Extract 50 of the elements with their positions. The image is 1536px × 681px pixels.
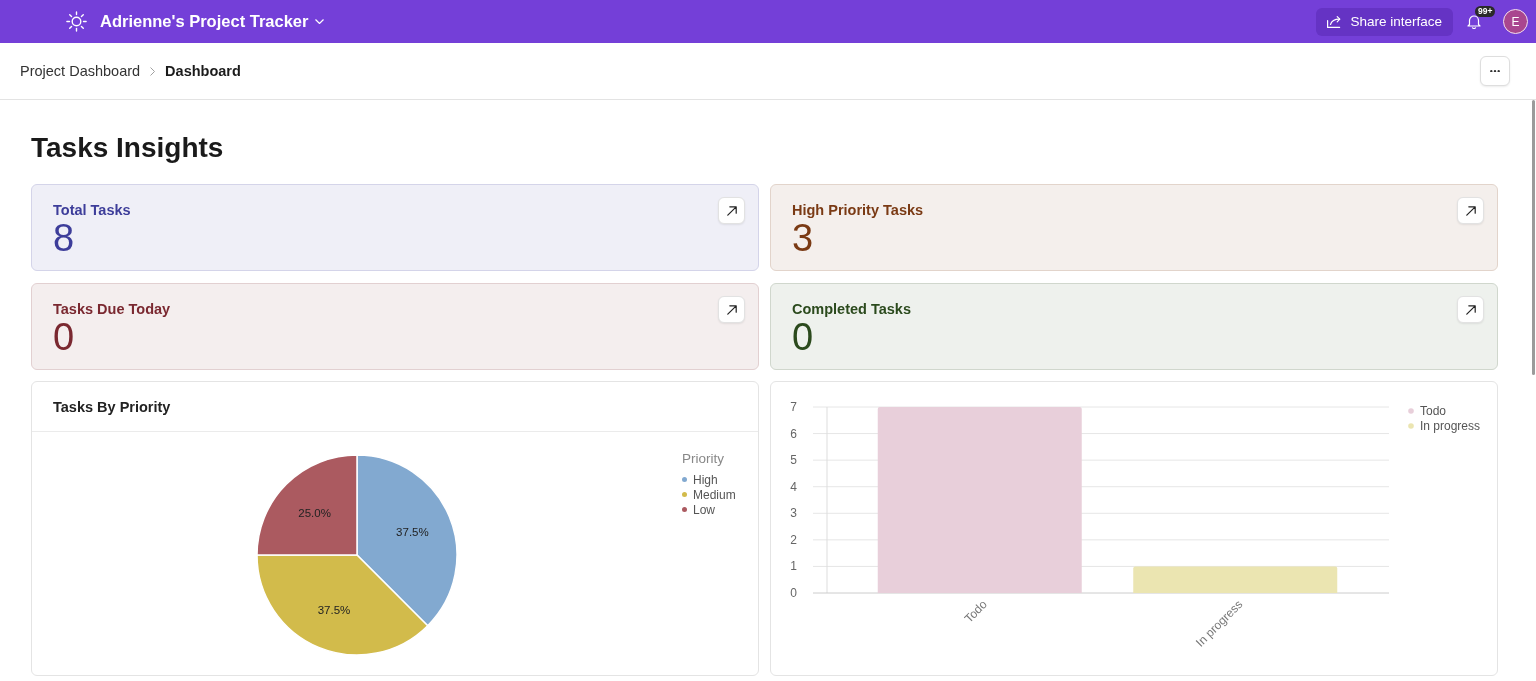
bell-icon — [1467, 14, 1481, 29]
scrollbar-thumb[interactable] — [1532, 100, 1535, 375]
legend-label: High — [693, 472, 718, 487]
open-button[interactable] — [718, 296, 745, 323]
breadcrumb-item[interactable]: Project Dashboard — [20, 63, 141, 79]
axis-label: 7 — [790, 400, 797, 414]
slice-label: 37.5% — [317, 604, 351, 617]
open-button[interactable] — [1457, 296, 1484, 323]
legend-label: Todo — [1420, 404, 1447, 418]
arrow-icon — [1465, 205, 1476, 216]
stat-value: 3 — [792, 219, 814, 257]
legend-label: Low — [693, 502, 715, 517]
share-icon — [1327, 15, 1342, 28]
axis-label: Todo — [961, 597, 990, 626]
stat-label: Total Tasks — [53, 201, 131, 219]
axis-label: 6 — [790, 426, 797, 441]
legend-label: Medium — [693, 487, 736, 502]
open-button[interactable] — [1457, 197, 1484, 224]
more-icon — [1490, 69, 1500, 73]
card-title: Tasks By Priority — [53, 398, 171, 415]
notifications-button[interactable] — [1467, 14, 1481, 29]
chevron-icon — [150, 66, 156, 76]
stat-value: 0 — [792, 318, 814, 356]
notification-badge: 99+ — [1475, 6, 1496, 17]
arrow-icon — [726, 205, 737, 216]
slice-label: 25.0% — [298, 506, 331, 519]
axis-label: 4 — [790, 479, 797, 494]
caret-icon — [315, 19, 325, 24]
axis-label: 3 — [790, 506, 797, 521]
stat-label: High Priority Tasks — [792, 201, 924, 219]
axis-label: 0 — [790, 586, 797, 600]
arrow-icon — [1465, 304, 1476, 315]
slice-label: 37.5% — [396, 526, 429, 538]
legend-title: Priority — [682, 451, 724, 466]
stat-value: 0 — [53, 318, 75, 356]
axis-label: 1 — [790, 559, 797, 574]
axis-label: 5 — [790, 453, 797, 468]
sun-icon — [66, 11, 87, 32]
stat-label: Completed Tasks — [792, 300, 911, 318]
axis-label: 2 — [790, 532, 797, 547]
stat-label: Tasks Due Today — [53, 300, 171, 318]
project-switcher[interactable]: Adrienne's Project Tracker — [100, 12, 325, 31]
open-button[interactable] — [718, 197, 745, 224]
user-avatar[interactable]: E — [1503, 9, 1528, 34]
share-button[interactable]: Share interface — [1316, 7, 1453, 36]
legend-label: In progress — [1420, 419, 1481, 433]
arrow-icon — [726, 304, 737, 315]
page-title: Tasks Insights — [31, 131, 225, 165]
stat-value: 8 — [53, 219, 75, 257]
breadcrumb-item[interactable]: Dashboard — [165, 63, 241, 79]
